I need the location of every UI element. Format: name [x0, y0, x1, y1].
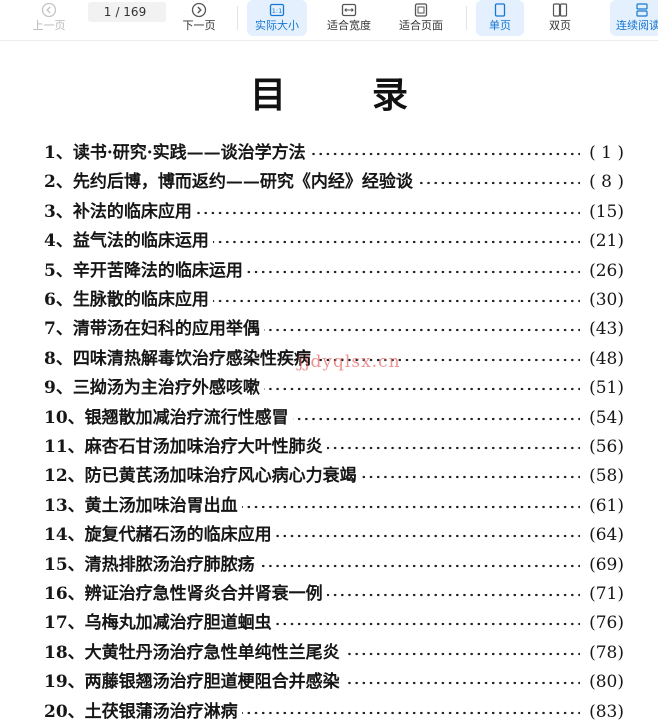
actual-size-label: 实际大小	[255, 19, 299, 32]
fit-page-icon	[413, 3, 429, 17]
prev-page-label: 上一页	[32, 19, 66, 32]
page-title: 目录	[0, 66, 658, 118]
prev-page-button[interactable]: 上一页	[26, 0, 72, 36]
toc-entry-title: 15、清热排脓汤治疗肺脓疡	[44, 553, 259, 576]
toc-entry-page: ( 1 )	[580, 142, 624, 164]
toc-entry[interactable]: 17、乌梅丸加减治疗胆道蛔虫 (76)	[44, 612, 624, 635]
toc-entry-title: 13、黄土汤加味治胃出血	[44, 494, 242, 517]
toc-entry[interactable]: 7、清带汤在妇科的应用举偶 (43)	[44, 318, 624, 341]
toc-entry-title: 10、银翘散加减治疗流行性感冒	[44, 406, 293, 429]
fit-width-label: 适合宽度	[327, 19, 371, 32]
toc-entry[interactable]: 12、防已黄芪汤加味治疗风心病心力衰竭 (58)	[44, 465, 624, 488]
toc-entry[interactable]: 4、益气法的临床运用 (21)	[44, 230, 624, 253]
toc-entry-title: 4、益气法的临床运用	[44, 230, 213, 253]
toc-entry-title: 2、先约后博，博而返约——研究《内经》经验谈	[44, 171, 417, 194]
toc-entry-page: (51)	[580, 377, 624, 400]
toc-entry[interactable]: 14、旋复代赭石汤的临床应用 (64)	[44, 524, 624, 547]
toc-entry[interactable]: 19、两藤银翘汤治疗胆道梗阻合并感染 (80)	[44, 671, 624, 694]
toc-entry-title: 11、麻杏石甘汤加味治疗大叶性肺炎	[44, 436, 327, 458]
watermark: jjdyqlsx.cn	[298, 352, 401, 372]
continuous-reading-icon	[634, 3, 650, 17]
toc-entry-page: (58)	[580, 465, 624, 488]
toc-entry-title: 19、两藤银翘汤治疗胆道梗阻合并感染	[44, 671, 344, 694]
document-page: 目录 1、读书·研究·实践——谈治学方法( 1 ) 2、先约后博，博而返约——研究…	[0, 41, 658, 725]
fit-width-button[interactable]: 适合宽度	[318, 0, 380, 36]
toc-entry-title: 7、清带汤在妇科的应用举偶	[44, 318, 264, 341]
actual-size-icon: 1:1	[269, 3, 285, 17]
continuous-reading-button[interactable]: 连续阅读	[610, 0, 658, 36]
toc-entry-title: 3、补法的临床应用	[44, 200, 196, 223]
chevron-left-icon	[41, 2, 57, 18]
toc-entry[interactable]: 2、先约后博，博而返约——研究《内经》经验谈 ( 8 )	[44, 171, 624, 194]
toc-entry-title: 20、土茯银蒲汤治疗淋病	[44, 700, 242, 723]
toc-entry[interactable]: 11、麻杏石甘汤加味治疗大叶性肺炎 (56)	[44, 436, 624, 458]
toc-entry[interactable]: 9、三拗汤为主治疗外感咳嗽 (51)	[44, 377, 624, 400]
toc-entry-page: (80)	[580, 671, 624, 694]
toc-entry-page: (21)	[580, 230, 624, 253]
toc-entry-page: (69)	[580, 553, 624, 576]
toc-entry[interactable]: 1、读书·研究·实践——谈治学方法 ( 1 )	[44, 142, 624, 164]
single-page-button[interactable]: 单页	[476, 0, 524, 36]
next-page-label: 下一页	[182, 19, 216, 32]
toc-entry-title: 1、读书·研究·实践——谈治学方法	[44, 142, 310, 164]
toc-entry-page: (48)	[580, 347, 624, 370]
title-char: 录	[372, 74, 409, 116]
toc-entry[interactable]: 5、辛开苦降法的临床运用 (26)	[44, 259, 624, 282]
chevron-right-icon	[191, 2, 207, 18]
toc-entry[interactable]: 15、清热排脓汤治疗肺脓疡 (69)	[44, 553, 624, 576]
fit-page-button[interactable]: 适合页面	[389, 0, 453, 36]
toc-entry-page: (56)	[580, 436, 624, 458]
toc-entry-title: 17、乌梅丸加减治疗胆道蛔虫	[44, 612, 276, 635]
toc-entry-title: 16、辨证治疗急性肾炎合并肾衰一例	[44, 583, 327, 605]
toc-entry[interactable]: 10、银翘散加减治疗流行性感冒 (54)	[44, 406, 624, 429]
double-page-icon	[552, 3, 568, 17]
toolbar-divider	[466, 6, 467, 30]
toc-entry-page: (83)	[580, 700, 624, 723]
toc-entry-page: (43)	[580, 318, 624, 341]
toc-entry-page: (54)	[580, 406, 624, 429]
actual-size-button[interactable]: 1:1 实际大小	[247, 0, 307, 36]
toc-entry[interactable]: 20、土茯银蒲汤治疗淋病 (83)	[44, 700, 624, 723]
fit-page-label: 适合页面	[399, 19, 443, 32]
continuous-reading-label: 连续阅读	[616, 19, 658, 32]
toc-entry-title: 9、三拗汤为主治疗外感咳嗽	[44, 377, 264, 400]
toc-entry[interactable]: 18、大黄牡丹汤治疗急性单纯性兰尾炎 (78)	[44, 641, 624, 664]
double-page-button[interactable]: 双页	[536, 0, 584, 36]
pdf-toolbar: 上一页 1 / 169 下一页 1:1 实际大小 适合宽度 适合页面 单页 双页…	[0, 0, 658, 41]
toc-entry-page: (15)	[580, 200, 624, 223]
toc-entry-page: (61)	[580, 494, 624, 517]
total-pages: / 169	[115, 5, 147, 19]
toc-entry-page: (78)	[580, 641, 624, 664]
toc-entry-page: (64)	[580, 524, 624, 547]
toc-entry[interactable]: 16、辨证治疗急性肾炎合并肾衰一例 (71)	[44, 583, 624, 605]
toc-entry-page: (26)	[580, 259, 624, 282]
toc-entry-page: (76)	[580, 612, 624, 635]
single-page-label: 单页	[489, 19, 511, 32]
toc-entry-title: 8、四味清热解毒饮治疗感染性疾病	[44, 347, 315, 370]
fit-width-icon	[341, 3, 357, 17]
toc-entry-title: 18、大黄牡丹汤治疗急性单纯性兰尾炎	[44, 641, 344, 664]
toc-entry-title: 5、辛开苦降法的临床运用	[44, 259, 247, 282]
current-page-input[interactable]: 1	[104, 5, 112, 19]
next-page-button[interactable]: 下一页	[176, 0, 222, 36]
toc-entry-page: ( 8 )	[580, 171, 624, 194]
single-page-icon	[492, 3, 508, 17]
svg-text:1:1: 1:1	[272, 7, 282, 15]
toolbar-divider	[237, 6, 238, 30]
title-char: 目	[249, 74, 286, 116]
toc-entry[interactable]: 3、补法的临床应用 (15)	[44, 200, 624, 223]
toc-entry-page: (30)	[580, 289, 624, 311]
toc-entry-title: 6、生脉散的临床应用	[44, 289, 213, 311]
toc-entry[interactable]: 13、黄土汤加味治胃出血 (61)	[44, 494, 624, 517]
double-page-label: 双页	[549, 19, 571, 32]
toc-entry-title: 12、防已黄芪汤加味治疗风心病心力衰竭	[44, 465, 361, 488]
toc-entry[interactable]: 6、生脉散的临床应用 (30)	[44, 289, 624, 311]
toc-entry-title: 14、旋复代赭石汤的临床应用	[44, 524, 276, 547]
page-number-field[interactable]: 1 / 169	[88, 2, 166, 22]
toc-entry-page: (71)	[580, 583, 624, 605]
